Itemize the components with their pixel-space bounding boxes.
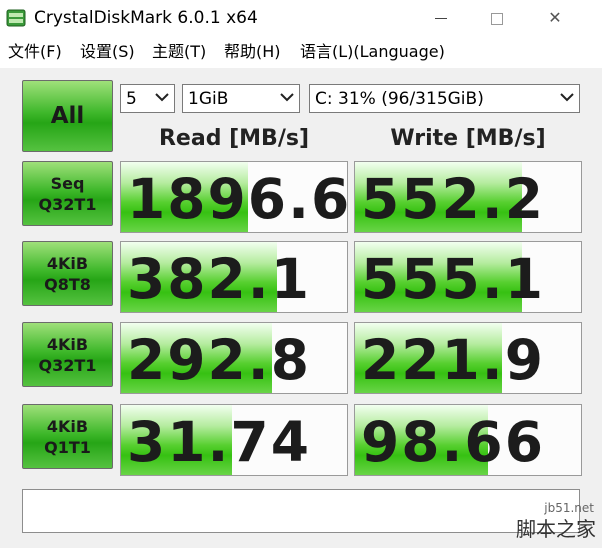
chevron-down-icon bbox=[155, 93, 169, 102]
menu-theme[interactable]: 主题(T) bbox=[152, 41, 206, 63]
maximize-icon bbox=[491, 12, 503, 25]
test-label-line2: Q32T1 bbox=[38, 355, 97, 375]
read-result-value: 31.74 bbox=[127, 410, 311, 474]
all-button[interactable]: All bbox=[22, 80, 113, 152]
test-button-4kib-q1t1[interactable]: 4KiB Q1T1 bbox=[22, 404, 113, 469]
read-result-cell: 31.74 bbox=[120, 404, 348, 476]
test-button-4kib-q8t8[interactable]: 4KiB Q8T8 bbox=[22, 241, 113, 306]
watermark-name: 脚本之家 bbox=[516, 517, 596, 541]
write-result-cell: 221.9 bbox=[354, 322, 582, 394]
write-result-value: 555.1 bbox=[361, 247, 545, 311]
app-disk-icon bbox=[6, 9, 26, 27]
test-button-seq-q32t1[interactable]: Seq Q32T1 bbox=[22, 161, 113, 226]
menu-bar: 文件(F) 设置(S) 主题(T) 帮助(H) 语言(L)(Language) bbox=[0, 38, 602, 66]
drive-select[interactable]: C: 31% (96/315GiB) bbox=[309, 84, 580, 113]
test-size-value: 1GiB bbox=[188, 89, 229, 109]
read-result-cell: 1896.6 bbox=[120, 161, 348, 233]
write-result-cell: 555.1 bbox=[354, 241, 582, 313]
test-label-line2: Q8T8 bbox=[44, 274, 91, 294]
menu-help[interactable]: 帮助(H) bbox=[224, 41, 281, 63]
write-column-header: Write [MB/s] bbox=[390, 126, 546, 151]
read-result-cell: 382.1 bbox=[120, 241, 348, 313]
maximize-button[interactable] bbox=[474, 0, 520, 36]
write-result-cell: 98.66 bbox=[354, 404, 582, 476]
menu-file[interactable]: 文件(F) bbox=[8, 41, 62, 63]
test-count-select[interactable]: 5 bbox=[120, 84, 175, 113]
test-label-line1: 4KiB bbox=[46, 334, 89, 354]
all-button-label: All bbox=[50, 102, 85, 129]
write-result-cell: 552.2 bbox=[354, 161, 582, 233]
main-panel: All 5 1GiB C: 31% (96/315GiB) Read [MB/s… bbox=[0, 68, 602, 548]
write-result-value: 552.2 bbox=[361, 167, 545, 231]
close-button[interactable]: ✕ bbox=[532, 0, 578, 36]
window-title: CrystalDiskMark 6.0.1 x64 bbox=[34, 8, 258, 28]
test-count-value: 5 bbox=[126, 89, 137, 109]
menu-language[interactable]: 语言(L)(Language) bbox=[300, 41, 445, 63]
test-label-line1: 4KiB bbox=[46, 416, 89, 436]
chevron-down-icon bbox=[280, 93, 294, 102]
minimize-button[interactable] bbox=[418, 0, 464, 36]
menu-settings[interactable]: 设置(S) bbox=[80, 41, 135, 63]
read-result-value: 292.8 bbox=[127, 328, 311, 392]
write-result-value: 98.66 bbox=[361, 410, 545, 474]
read-column-header: Read [MB/s] bbox=[158, 126, 309, 151]
test-button-4kib-q32t1[interactable]: 4KiB Q32T1 bbox=[22, 322, 113, 387]
drive-value: C: 31% (96/315GiB) bbox=[315, 89, 484, 109]
title-bar: CrystalDiskMark 6.0.1 x64 ✕ bbox=[0, 0, 602, 36]
test-label-line2: Q1T1 bbox=[44, 437, 91, 457]
read-result-value: 382.1 bbox=[127, 247, 311, 311]
read-result-value: 1896.6 bbox=[127, 167, 348, 231]
read-result-cell: 292.8 bbox=[120, 322, 348, 394]
watermark: jb51.net 脚本之家 bbox=[472, 488, 602, 548]
test-label-line1: Seq bbox=[50, 173, 85, 193]
chevron-down-icon bbox=[560, 93, 574, 102]
test-label-line1: 4KiB bbox=[46, 253, 89, 273]
test-size-select[interactable]: 1GiB bbox=[182, 84, 300, 113]
test-label-line2: Q32T1 bbox=[38, 194, 97, 214]
minimize-icon bbox=[435, 18, 447, 19]
write-result-value: 221.9 bbox=[361, 328, 545, 392]
close-icon: ✕ bbox=[548, 8, 562, 27]
